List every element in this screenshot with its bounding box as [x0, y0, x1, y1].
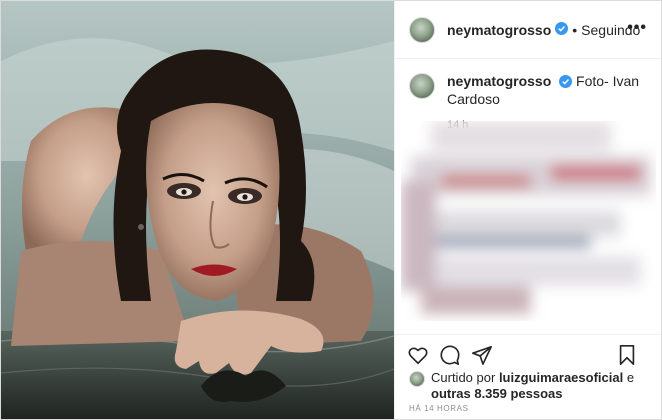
post-photo[interactable] [1, 1, 394, 419]
likes-summary: Curtido por luizguimaraesoficial e outra… [409, 370, 634, 402]
author-username[interactable]: neymatogrosso [447, 22, 551, 38]
blurred-comments [401, 121, 656, 321]
bookmark-icon[interactable] [617, 344, 639, 366]
share-icon[interactable] [471, 344, 493, 366]
instagram-post: neymatogrosso • Seguindo ••• neymatogros… [0, 0, 662, 420]
liker-username[interactable]: luizguimaraesoficial [499, 370, 623, 385]
liker-avatar[interactable] [409, 371, 425, 387]
likes-connector: e [626, 370, 635, 385]
more-icon[interactable]: ••• [627, 19, 647, 37]
verified-icon [555, 21, 569, 38]
action-bar [395, 334, 661, 374]
likes-text: Curtido por luizguimaraesoficial e outra… [431, 370, 634, 402]
separator-dot: • [572, 21, 578, 38]
likes-others[interactable]: outras 8.359 pessoas [431, 386, 563, 401]
post-timestamp[interactable]: HÁ 14 HORAS [409, 404, 469, 413]
author-avatar[interactable] [409, 16, 435, 43]
comment-icon[interactable] [439, 344, 461, 366]
likes-prefix: Curtido por [431, 370, 496, 385]
verified-icon [559, 75, 573, 91]
caption-line: neymatogrosso Foto- Ivan Cardoso [447, 73, 647, 107]
caption-avatar[interactable] [409, 73, 435, 99]
post-sidebar: neymatogrosso • Seguindo ••• neymatogros… [394, 1, 661, 419]
heart-icon[interactable] [407, 344, 429, 366]
post-header: neymatogrosso • Seguindo ••• [395, 1, 661, 59]
portrait-illustration [1, 1, 394, 419]
caption-username[interactable]: neymatogrosso [447, 73, 551, 89]
